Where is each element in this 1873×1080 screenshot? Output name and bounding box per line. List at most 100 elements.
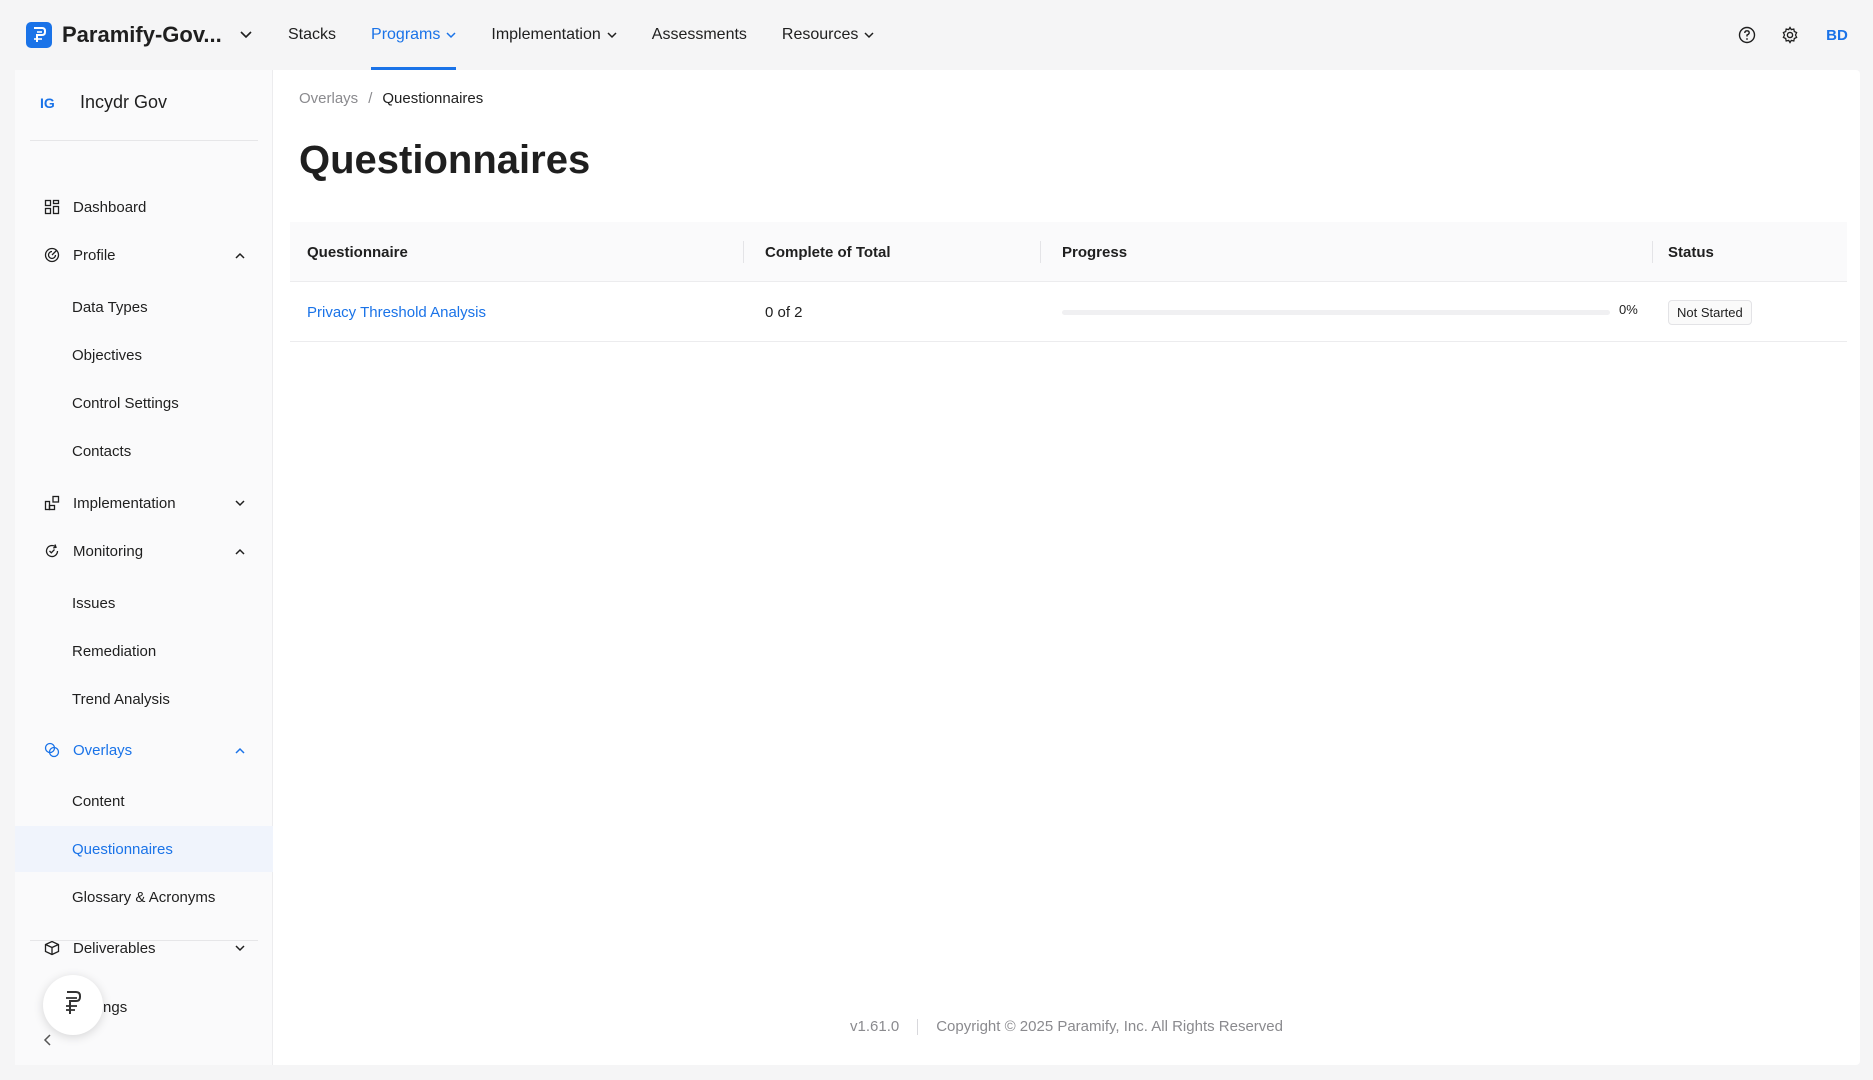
breadcrumb-separator: / [368, 90, 373, 107]
sidebar-item-label: Profile [73, 246, 116, 264]
questionnaire-name[interactable]: Privacy Threshold Analysis [307, 304, 486, 321]
org-selector[interactable]: IG Incydr Gov [40, 92, 167, 113]
sidebar-item-content[interactable]: Content [15, 778, 273, 824]
help-icon[interactable] [1735, 23, 1759, 47]
status-badge: Not Started [1668, 299, 1752, 325]
column-separator [1652, 241, 1653, 263]
sidebar-item-deliverables[interactable]: Deliverables [15, 925, 273, 971]
sidebar-item-monitoring[interactable]: Monitoring [15, 528, 273, 574]
nav-label: Implementation [491, 26, 601, 43]
sidebar-item-label: Implementation [73, 494, 176, 512]
sidebar-item-label: Monitoring [73, 542, 144, 560]
header-questionnaire[interactable]: Questionnaire [307, 222, 408, 282]
breadcrumb-overlays-link[interactable]: Overlays [299, 90, 358, 107]
nav-assessments[interactable]: Assessments [652, 0, 747, 70]
sidebar-item-control-settings[interactable]: Control Settings [15, 380, 273, 426]
footer: v1.61.0 Copyright © 2025 Paramify, Inc. … [273, 1018, 1860, 1035]
chevron-up-icon[interactable] [235, 252, 245, 259]
org-name: Incydr Gov [80, 92, 168, 112]
content-area: Overlays / Questionnaires Questionnaires… [273, 70, 1860, 1065]
collapse-sidebar-button[interactable] [43, 1033, 51, 1051]
nav-label: Assessments [651, 26, 747, 43]
monitoring-refresh-icon [44, 543, 60, 559]
column-separator [1040, 241, 1041, 263]
table-header: Questionnaire Complete of Total Progress… [290, 222, 1847, 282]
sidebar-item-trend-analysis[interactable]: Trend Analysis [15, 676, 273, 722]
chevron-down-icon [864, 31, 874, 39]
org-badge: IG [40, 94, 55, 111]
sidebar-item-objectives[interactable]: Objectives [15, 332, 273, 378]
complete-of-total-cell: 0 of 2 [765, 303, 803, 321]
column-separator [743, 241, 744, 263]
footer-separator [917, 1018, 919, 1035]
sidebar-item-label: Contacts [72, 442, 132, 460]
implementation-blocks-icon [44, 495, 60, 511]
paramify-logo-icon [26, 22, 52, 48]
sidebar-item-label: Glossary & Acronyms [72, 888, 216, 906]
sidebar-divider [30, 940, 258, 941]
chevron-down-icon [607, 31, 617, 39]
user-avatar[interactable]: BD [1819, 17, 1855, 53]
sidebar-item-label: Remediation [72, 642, 157, 660]
progress-cell: 0% [1062, 282, 1662, 342]
sidebar-item-label: Content [72, 792, 125, 810]
sidebar-item-dashboard[interactable]: Dashboard [15, 184, 273, 230]
workspace-name: Paramify-Gov... [62, 22, 222, 47]
table-row: Privacy Threshold Analysis 0 of 2 0% Not… [290, 282, 1847, 342]
chevron-up-icon[interactable] [235, 747, 245, 754]
header-status[interactable]: Status [1668, 222, 1714, 282]
nav-programs[interactable]: Programs [371, 0, 457, 70]
sidebar-item-label: Data Types [72, 298, 148, 316]
sidebar-item-label: Objectives [72, 346, 143, 364]
sidebar-item-questionnaires[interactable]: Questionnaires [15, 826, 273, 872]
sidebar-item-glossary[interactable]: Glossary & Acronyms [15, 874, 273, 920]
sidebar-item-profile[interactable]: Profile [15, 232, 273, 278]
status-cell: Not Started [1668, 282, 1752, 342]
sidebar-item-remediation[interactable]: Remediation [15, 628, 273, 674]
sidebar-item-data-types[interactable]: Data Types [15, 284, 273, 330]
sidebar-item-issues[interactable]: Issues [15, 580, 273, 626]
dashboard-grid-icon [44, 199, 60, 215]
header-progress[interactable]: Progress [1062, 222, 1127, 282]
main-frame: IG Incydr Gov Dashboard Profile Data Typ… [15, 70, 1860, 1065]
sidebar-item-overlays[interactable]: Overlays [15, 727, 273, 773]
sidebar-item-label: Deliverables [73, 939, 156, 957]
sidebar-item-implementation[interactable]: Implementation [15, 480, 273, 526]
copyright-text: Copyright © 2025 Paramify, Inc. All Righ… [936, 1018, 1283, 1035]
chevron-down-icon [446, 31, 456, 39]
overlays-icon [44, 742, 60, 758]
paramify-logo-icon [62, 989, 84, 1022]
gear-icon[interactable] [1778, 23, 1802, 47]
profile-target-icon [44, 247, 60, 263]
page-title: Questionnaires [299, 138, 591, 182]
chevron-down-icon[interactable] [235, 944, 245, 952]
sidebar-item-contacts[interactable]: Contacts [15, 428, 273, 474]
chevron-down-icon[interactable] [235, 499, 245, 507]
nav-implementation[interactable]: Implementation [491, 0, 617, 70]
top-navigation-bar: Paramify-Gov... Stacks Programs Implemen… [0, 0, 1873, 70]
questionnaires-table: Questionnaire Complete of Total Progress… [290, 222, 1847, 342]
chevron-down-icon [240, 31, 252, 39]
workspace-switcher[interactable]: Paramify-Gov... [26, 22, 274, 48]
nav-stacks[interactable]: Stacks [288, 0, 336, 70]
main-nav: Stacks Programs Implementation Assessmen… [288, 0, 909, 70]
nav-label: Programs [371, 26, 441, 43]
progress-bar [1062, 310, 1610, 315]
nav-label: Stacks [288, 26, 337, 43]
sidebar-item-label: Overlays [73, 741, 133, 759]
app-version: v1.61.0 [850, 1018, 900, 1035]
deliverables-box-icon [44, 940, 60, 956]
nav-label: Resources [781, 26, 859, 43]
header-complete-of-total[interactable]: Complete of Total [765, 222, 891, 282]
breadcrumb: Overlays / Questionnaires [299, 90, 483, 107]
chevron-up-icon[interactable] [235, 548, 245, 555]
chevron-left-icon [43, 1033, 51, 1051]
questionnaire-link[interactable]: Privacy Threshold Analysis [307, 282, 486, 342]
assistant-launcher-button[interactable] [43, 975, 103, 1035]
sidebar-item-label: Questionnaires [72, 840, 173, 858]
progress-percent: 0% [1619, 302, 1638, 317]
sidebar-item-label: Trend Analysis [72, 690, 170, 708]
breadcrumb-current: Questionnaires [382, 90, 484, 107]
nav-resources[interactable]: Resources [782, 0, 874, 70]
sidebar-item-label: Issues [72, 594, 116, 612]
